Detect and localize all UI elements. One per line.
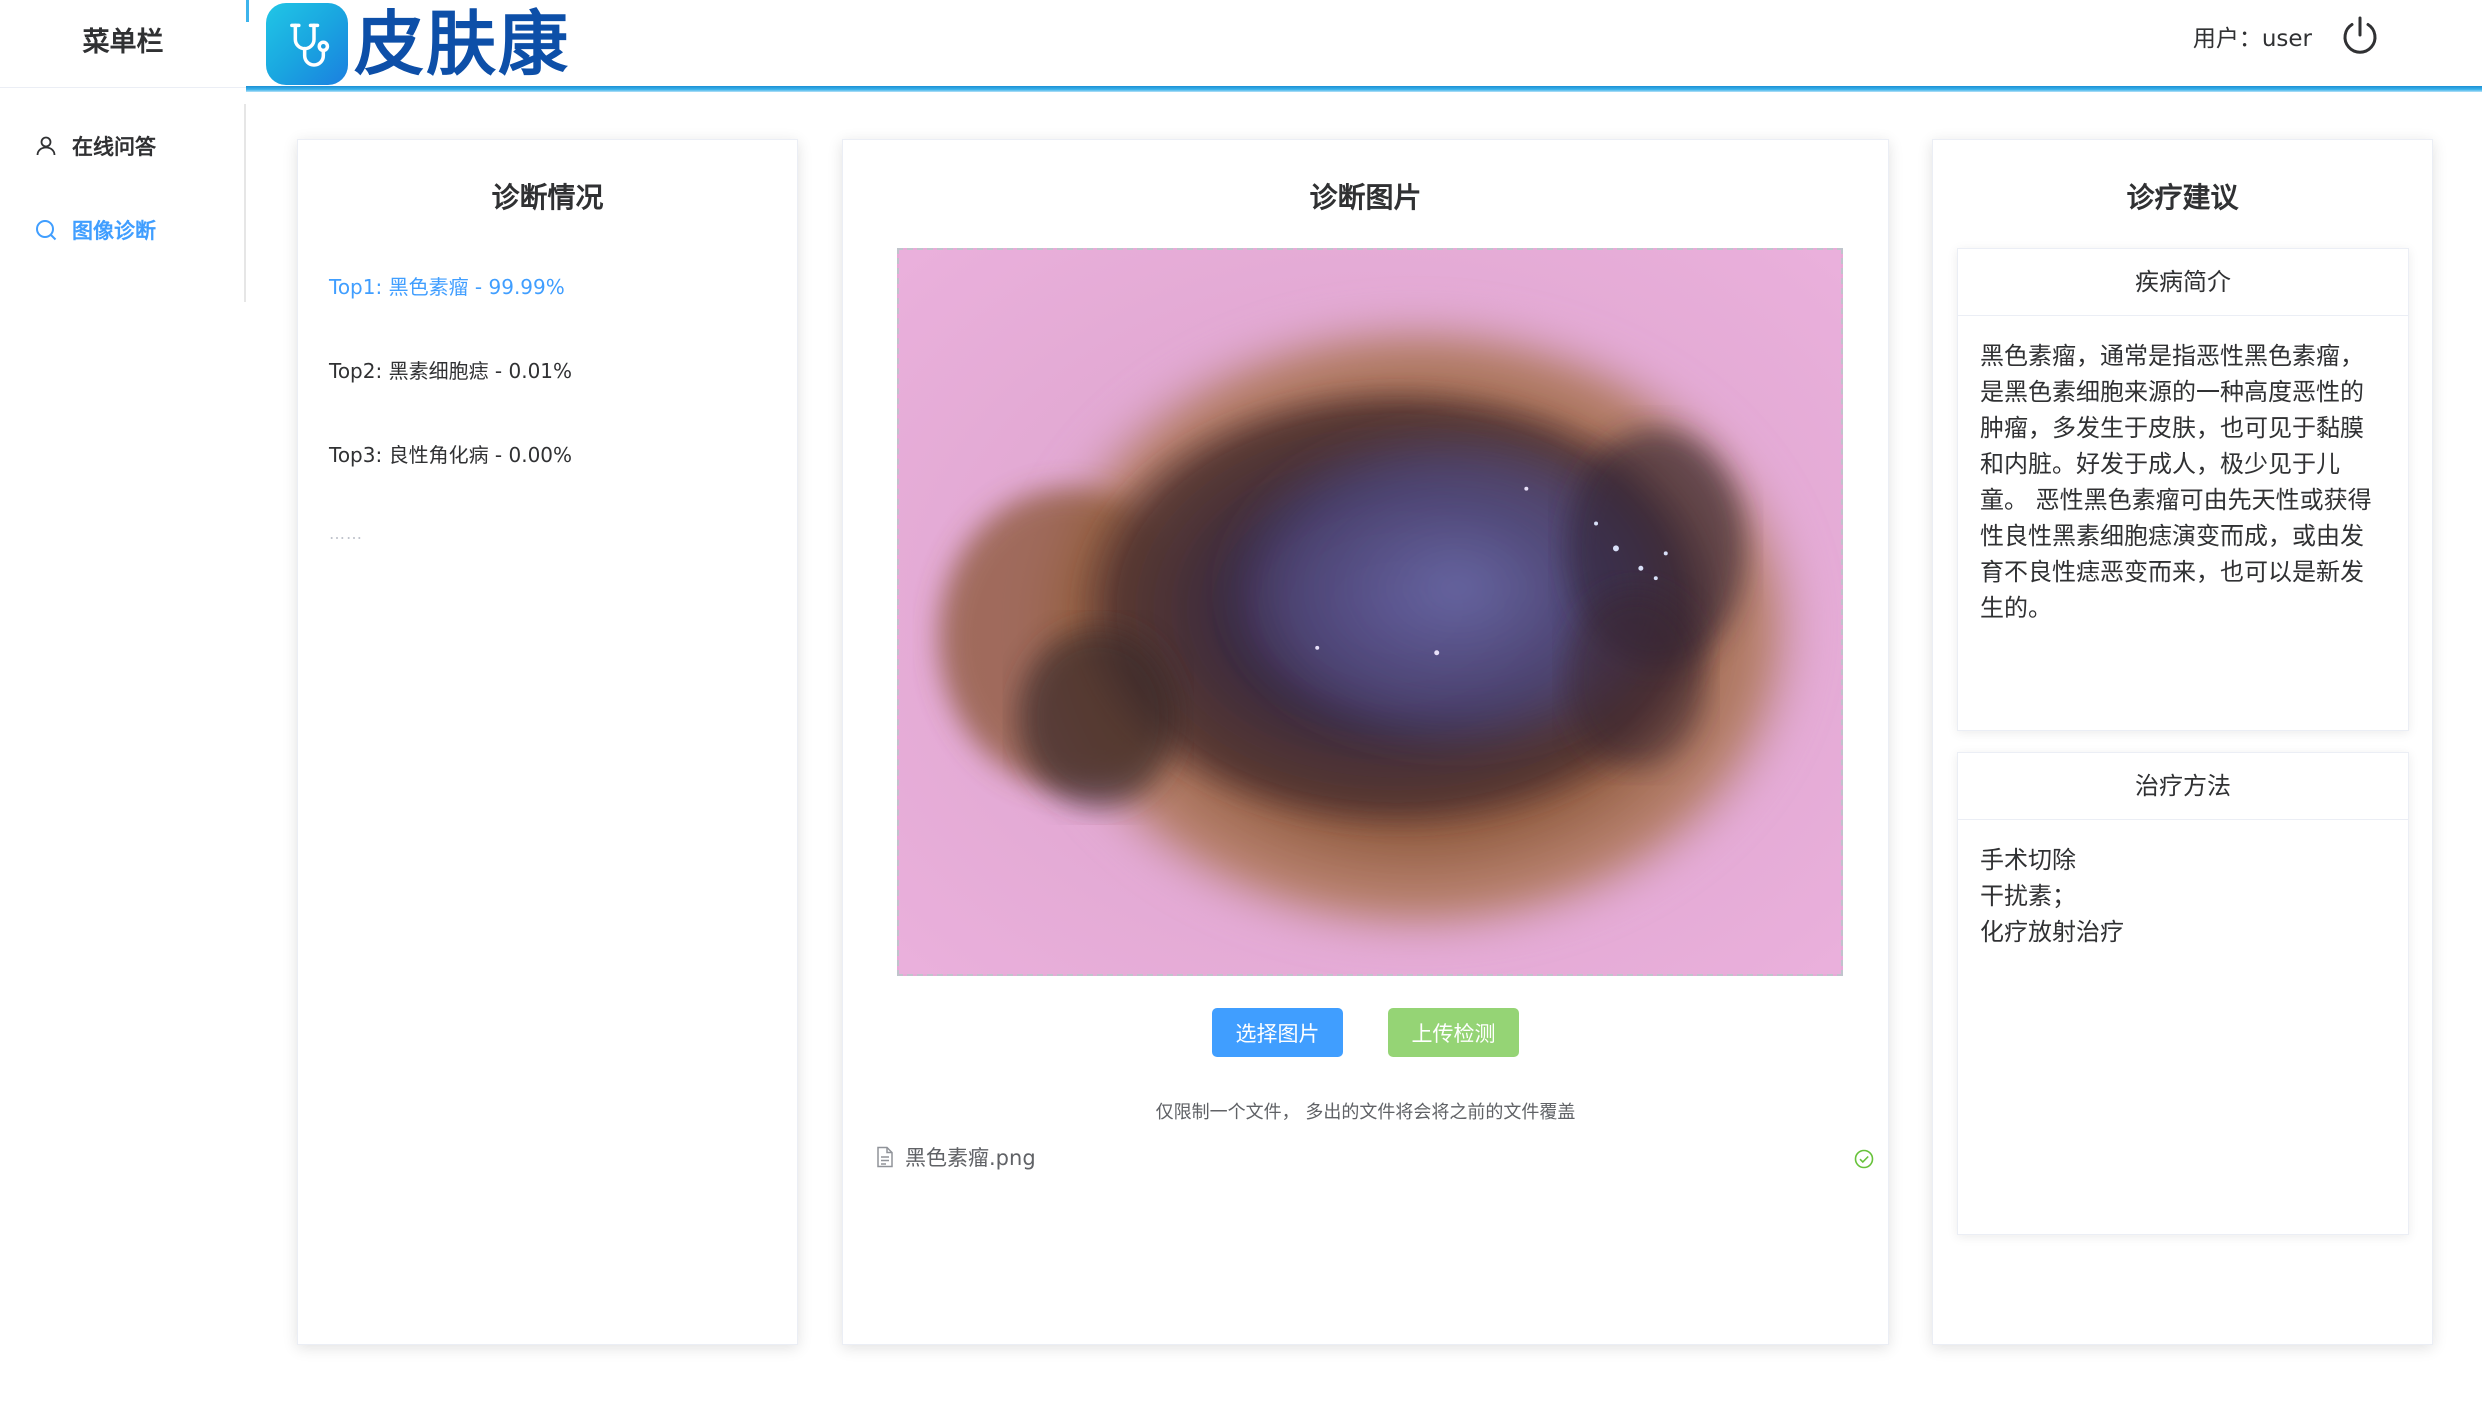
result-item-top1: Top1: 黑色素瘤 - 99.99% xyxy=(329,275,565,299)
treatment-line: 手术切除 xyxy=(1980,846,2076,874)
diagnosis-image[interactable] xyxy=(897,248,1843,976)
lesion-image xyxy=(899,250,1841,974)
diagnosis-title: 诊断情况 xyxy=(491,181,604,214)
search-icon xyxy=(34,218,58,242)
disease-intro-card: 疾病简介 黑色素瘤，通常是指恶性黑色素瘤，是黑色素细胞来源的一种高度恶性的肿瘤，… xyxy=(1957,248,2409,731)
upload-detect-button[interactable]: 上传检测 xyxy=(1388,1008,1519,1057)
check-circle-icon xyxy=(1854,1149,1874,1169)
result-item-top2: Top2: 黑素细胞痣 - 0.01% xyxy=(329,359,573,383)
sidebar-menu: 在线问答 图像诊断 xyxy=(0,104,246,302)
user-area: 用户：user xyxy=(2193,14,2382,58)
select-image-button[interactable]: 选择图片 xyxy=(1212,1008,1343,1057)
sidebar: 菜单栏 在线问答 图像诊断 xyxy=(0,0,246,1415)
result-list: Top1: 黑色素瘤 - 99.99% Top2: 黑素细胞痣 - 0.01% … xyxy=(298,272,797,543)
image-card: 诊断图片 选择图片 上传检测 仅限制一个文件， 多出的文件将会将之前的文件覆盖 … xyxy=(842,139,1889,1345)
user-icon xyxy=(34,134,58,158)
logo: 皮肤康 xyxy=(266,3,570,85)
result-more: …… xyxy=(329,524,363,543)
advice-card: 诊疗建议 疾病简介 黑色素瘤，通常是指恶性黑色素瘤，是黑色素细胞来源的一种高度恶… xyxy=(1932,139,2433,1345)
document-icon xyxy=(875,1146,895,1168)
result-item-top3: Top3: 良性角化病 - 0.00% xyxy=(329,443,573,467)
stethoscope-icon xyxy=(266,3,348,85)
treatment-header: 治疗方法 xyxy=(1958,753,2408,820)
treatment-line: 化疗放射治疗 xyxy=(1980,918,2124,946)
advice-title: 诊疗建议 xyxy=(2126,181,2239,214)
uploaded-file-item[interactable]: 黑色素瘤.png xyxy=(875,1141,1876,1173)
treatment-line: 干扰素； xyxy=(1980,882,2076,910)
header-underline xyxy=(246,86,2482,92)
diagnosis-card: 诊断情况 Top1: 黑色素瘤 - 99.99% Top2: 黑素细胞痣 - 0… xyxy=(297,139,798,1345)
sidebar-item-online-qa[interactable]: 在线问答 xyxy=(0,104,244,188)
sidebar-item-label: 在线问答 xyxy=(72,135,156,159)
logo-text: 皮肤康 xyxy=(354,3,570,85)
upload-tip: 仅限制一个文件， 多出的文件将会将之前的文件覆盖 xyxy=(1155,1102,1576,1123)
disease-intro-text: 黑色素瘤，通常是指恶性黑色素瘤，是黑色素细胞来源的一种高度恶性的肿瘤，多发生于皮… xyxy=(1980,342,2372,622)
treatment-card: 治疗方法 手术切除 干扰素； 化疗放射治疗 xyxy=(1957,752,2409,1235)
sidebar-item-image-diagnosis[interactable]: 图像诊断 xyxy=(0,188,244,272)
button-row: 选择图片 上传检测 xyxy=(843,1008,1888,1057)
treatment-body: 手术切除 干扰素； 化疗放射治疗 xyxy=(1958,820,2408,972)
header: 皮肤康 用户：user xyxy=(246,0,2482,92)
sidebar-title: 菜单栏 xyxy=(0,0,246,88)
user-label: 用户：user xyxy=(2192,26,2312,52)
disease-intro-header: 疾病简介 xyxy=(1958,249,2408,316)
image-title: 诊断图片 xyxy=(1309,181,1422,214)
header-divider xyxy=(246,0,249,22)
power-icon[interactable] xyxy=(2338,14,2382,58)
sidebar-item-label: 图像诊断 xyxy=(72,219,156,243)
file-name: 黑色素瘤.png xyxy=(905,1146,1036,1170)
